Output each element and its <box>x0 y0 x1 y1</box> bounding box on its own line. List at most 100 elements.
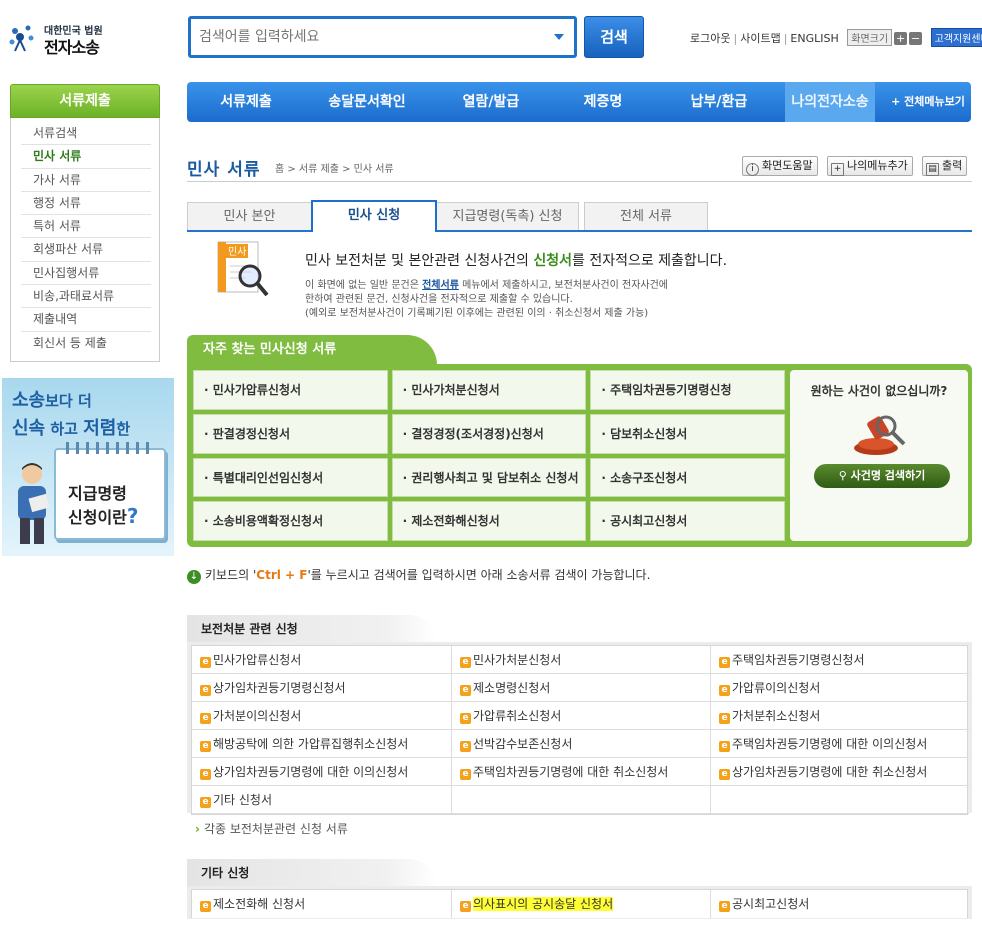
english-link[interactable]: ENGLISH <box>790 32 838 45</box>
faq-item[interactable]: · 판결경정신청서 <box>193 413 388 454</box>
payment-order-banner[interactable]: 소송보다 더 신속 하고 저렴한 지급명령 신청이란? <box>2 378 174 556</box>
sidebar-item-administrative[interactable]: 행정 서류 <box>21 192 151 216</box>
document-link[interactable]: e 제소명령신청서 <box>452 674 711 702</box>
e-document-icon: e <box>719 769 730 780</box>
document-link[interactable]: e 상가임차권등기명령에 대한 취소신청서 <box>711 758 969 786</box>
document-link[interactable]: e 주택임차권등기명령신청서 <box>711 646 969 674</box>
e-document-icon: e <box>460 901 471 912</box>
nav-item-view-issue[interactable]: 열람/발급 <box>429 82 553 122</box>
faq-item[interactable]: · 주택임차권등기명령신청 <box>590 370 785 410</box>
arrow-down-icon: ↓ <box>187 570 201 584</box>
sidebar-item-family[interactable]: 가사 서류 <box>21 169 151 192</box>
document-link[interactable]: e 주택임차권등기명령에 대한 이의신청서 <box>711 730 969 758</box>
e-document-icon: e <box>200 797 211 808</box>
add-my-menu-button[interactable]: + 나의메뉴추가 <box>827 156 913 176</box>
sidebar-item-civil[interactable]: 민사 서류 <box>21 145 151 169</box>
e-document-icon: e <box>719 685 730 696</box>
document-link[interactable]: e 기타 신청서 <box>192 786 452 814</box>
document-search-icon: 민사 <box>217 241 269 297</box>
nav-item-submit[interactable]: 서류제출 <box>187 82 305 122</box>
document-link[interactable]: e 상가임차권등기명령에 대한 이의신청서 <box>192 758 452 786</box>
faq-item[interactable]: · 제소전화해신청서 <box>391 501 587 541</box>
tab-civil-main[interactable]: 민사 본안 <box>187 202 312 231</box>
font-increase-button[interactable]: + <box>894 32 908 45</box>
case-search-button[interactable]: ⚲ 사건명 검색하기 <box>814 464 950 488</box>
search-button[interactable]: 검색 <box>584 16 644 58</box>
faq-item[interactable]: · 권리행사최고 및 담보취소 신청서 <box>391 457 587 498</box>
faq-item[interactable]: · 특별대리인선임신청서 <box>193 457 388 498</box>
document-link[interactable]: e 가처분취소신청서 <box>711 702 969 730</box>
sidebar-item-history[interactable]: 제출내역 <box>21 308 151 332</box>
help-button[interactable]: i 화면도움말 <box>742 156 818 176</box>
sidebar-item-bankruptcy[interactable]: 회생파산 서류 <box>21 238 151 262</box>
e-document-icon: e <box>200 685 211 696</box>
logout-link[interactable]: 로그아웃 <box>690 32 730 45</box>
faq-item[interactable]: · 민사가압류신청서 <box>193 370 388 410</box>
banner-card-line1: 지급명령 <box>68 484 127 503</box>
search-hint: ↓ 키보드의 'Ctrl + F'를 누르시고 검색어를 입력하시면 아래 소송서… <box>187 566 650 584</box>
court-logo[interactable]: 대한민국 법원 전자소송 <box>6 18 116 58</box>
faq-item[interactable]: · 담보취소신청서 <box>590 413 785 454</box>
document-link[interactable]: e 민사가압류신청서 <box>192 646 452 674</box>
document-link[interactable]: e 주택임차권등기명령에 대한 취소신청서 <box>452 758 711 786</box>
nav-item-certificate[interactable]: 제증명 <box>553 82 653 122</box>
e-document-icon: e <box>719 713 730 724</box>
all-documents-link[interactable]: 전체서류 <box>422 280 459 291</box>
faq-item[interactable]: · 공시최고신청서 <box>590 501 785 541</box>
search-icon: ⚲ <box>838 469 851 482</box>
document-link[interactable]: e 민사가처분신청서 <box>452 646 711 674</box>
sidebar-item-execution[interactable]: 민사집행서류 <box>21 262 151 286</box>
faq-grid: · 민사가압류신청서 · 민사가처분신청서 · 주택임차권등기명령신청 · 판결… <box>193 370 785 541</box>
dropdown-arrow-icon[interactable] <box>554 34 564 40</box>
e-document-icon: e <box>460 713 471 724</box>
intro-headline: 민사 보전처분 및 본안관련 신청사건의 신청서를 전자적으로 제출합니다. <box>305 253 728 269</box>
info-icon: i <box>746 163 759 176</box>
document-link[interactable]: e 제소전화해 신청서 <box>192 890 452 918</box>
document-link[interactable]: e 가압류취소신청서 <box>452 702 711 730</box>
banner-line1: 소송보다 더 <box>12 390 92 411</box>
sidebar-item-search[interactable]: 서류검색 <box>21 122 151 146</box>
font-size-label: 화면크기 <box>847 29 893 46</box>
e-document-icon: e <box>200 741 211 752</box>
document-link-highlighted[interactable]: e 의사표시의 공시송달 신청서 <box>452 890 711 918</box>
banner-card-line2: 신청이란? <box>68 504 139 528</box>
tab-all-documents[interactable]: 전체 서류 <box>584 202 708 231</box>
document-link[interactable]: e 공시최고신청서 <box>711 890 969 918</box>
document-link[interactable]: e 가압류이의신청서 <box>711 674 969 702</box>
document-link[interactable]: e 상가임차권등기명령신청서 <box>192 674 452 702</box>
section-title-other: 기타 신청 <box>187 859 437 887</box>
faq-item[interactable]: · 소송구조신청서 <box>590 457 785 498</box>
nav-item-payment[interactable]: 납부/환급 <box>653 82 785 122</box>
e-document-icon: e <box>719 901 730 912</box>
breadcrumb: 홈 > 서류 제출 > 민사 서류 <box>275 164 394 175</box>
e-document-icon: e <box>460 657 471 668</box>
faq-item[interactable]: · 결정경정(조서경정)신청서 <box>391 413 587 454</box>
faq-item[interactable]: · 민사가처분신청서 <box>391 370 587 410</box>
search-input[interactable] <box>199 25 539 49</box>
sitemap-link[interactable]: 사이트맵 <box>740 32 780 45</box>
section-title-preservation: 보전처분 관련 신청 <box>187 615 437 643</box>
print-button[interactable]: ▤ 출력 <box>922 156 968 176</box>
divider: | <box>733 32 738 45</box>
more-preservation-link[interactable]: › 각종 보전처분관련 신청 서류 <box>195 820 348 837</box>
nav-item-delivery[interactable]: 송달문서확인 <box>305 82 429 122</box>
case-search-question: 원하는 사건이 없으십니까? <box>810 384 948 398</box>
nav-item-my-ecourt[interactable]: 나의전자소송 <box>785 82 875 122</box>
bookmark-icon: + <box>831 163 844 176</box>
document-link[interactable]: e 선박감수보존신청서 <box>452 730 711 758</box>
tab-payment-order[interactable]: 지급명령(독촉) 신청 <box>436 202 579 231</box>
sidebar-item-reply[interactable]: 회신서 등 제출 <box>21 332 151 355</box>
faq-item[interactable]: · 소송비용액확정신청서 <box>193 501 388 541</box>
document-link[interactable]: e 가처분이의신청서 <box>192 702 452 730</box>
font-decrease-button[interactable]: − <box>909 32 923 45</box>
calendar-rings <box>66 442 156 454</box>
e-document-icon: e <box>460 769 471 780</box>
sidebar-item-non-contentious[interactable]: 비송,과태료서류 <box>21 285 151 309</box>
sidebar-item-patent[interactable]: 특허 서류 <box>21 215 151 239</box>
all-menu-button[interactable]: + 전체메뉴보기 <box>875 82 971 122</box>
helpdesk-button[interactable]: 고객지원센터 <box>930 28 982 47</box>
e-document-icon: e <box>460 741 471 752</box>
banner-line2: 신속 하고 저렴한 <box>12 418 131 439</box>
document-link[interactable]: e 해방공탁에 의한 가압류집행취소신청서 <box>192 730 452 758</box>
tab-civil-application[interactable]: 민사 신청 <box>311 200 437 232</box>
